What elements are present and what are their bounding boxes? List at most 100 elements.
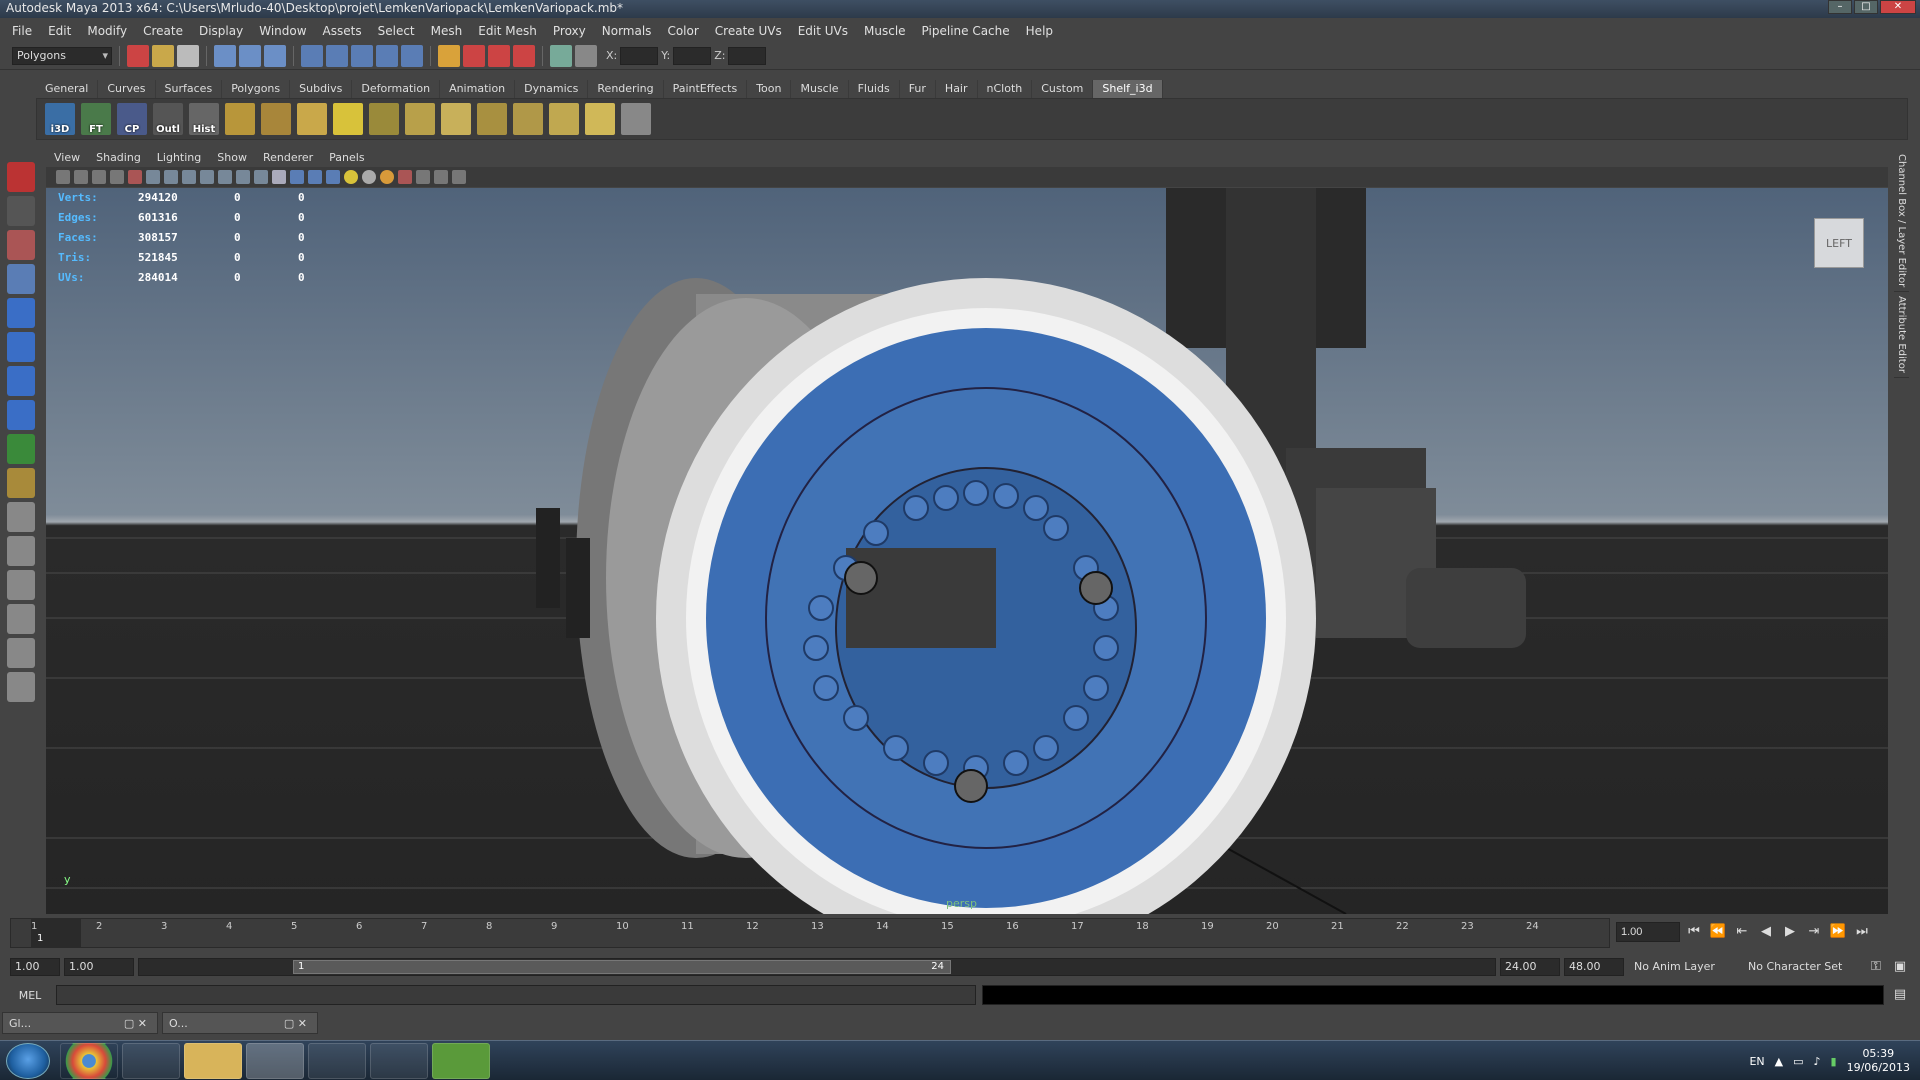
wireframe-on-shaded-icon[interactable]: [308, 170, 322, 184]
shelf-tool-icon[interactable]: [585, 103, 615, 135]
clock[interactable]: 05:39 19/06/2013: [1847, 1047, 1910, 1075]
shelf-tab-fur[interactable]: Fur: [900, 80, 936, 98]
menu-window[interactable]: Window: [251, 24, 314, 38]
snap-point-icon[interactable]: [351, 44, 373, 67]
layout-trax-icon[interactable]: [7, 672, 35, 702]
dock-tab-1[interactable]: Attribute Editor: [1894, 292, 1909, 379]
step-forward-key-icon[interactable]: ⏩: [1828, 922, 1848, 942]
preferences-icon[interactable]: ▣: [1890, 957, 1910, 977]
shelf-tool-icon[interactable]: [333, 103, 363, 135]
shelf-tab-toon[interactable]: Toon: [747, 80, 792, 98]
gate-mask-icon[interactable]: [200, 170, 214, 184]
xray-components-icon[interactable]: [452, 170, 466, 184]
shelf-tool-icon[interactable]: [549, 103, 579, 135]
app-icon[interactable]: [122, 1043, 180, 1079]
anim-layer-select[interactable]: No Anim Layer: [1628, 958, 1738, 976]
shelf-tool-icon[interactable]: [261, 103, 291, 135]
step-forward-frame-icon[interactable]: ⇥: [1804, 922, 1824, 942]
menu-pipeline-cache[interactable]: Pipeline Cache: [914, 24, 1018, 38]
shelf-button-cp[interactable]: CP: [117, 103, 147, 135]
step-back-frame-icon[interactable]: ⇤: [1732, 922, 1752, 942]
layout-outliner-icon[interactable]: [7, 570, 35, 600]
battery-icon[interactable]: ▮: [1831, 1055, 1837, 1068]
two-d-pan-icon[interactable]: [128, 170, 142, 184]
xray-icon[interactable]: [416, 170, 430, 184]
input-line-icon[interactable]: [550, 44, 572, 67]
range-slider-thumb[interactable]: 1 24: [293, 960, 951, 974]
grid-icon[interactable]: [146, 170, 160, 184]
render-icon[interactable]: [463, 44, 485, 67]
character-set-select[interactable]: No Character Set: [1742, 958, 1862, 976]
script-language-label[interactable]: MEL: [10, 989, 50, 1002]
shelf-tool-icon[interactable]: [441, 103, 471, 135]
smooth-shade-icon[interactable]: [290, 170, 304, 184]
shelf-button-hist[interactable]: Hist: [189, 103, 219, 135]
soft-mod-tool-icon[interactable]: [7, 400, 35, 430]
shelf-tab-curves[interactable]: Curves: [98, 80, 156, 98]
shelf-tool-icon[interactable]: [225, 103, 255, 135]
panel-menu-renderer[interactable]: Renderer: [255, 150, 321, 166]
menu-normals[interactable]: Normals: [594, 24, 660, 38]
shelf-tab-shelf-i3d[interactable]: Shelf_i3d: [1093, 80, 1163, 98]
time-slider[interactable]: 1 1 2 3 4 5 6 7 8 9 10 11 12 13 14 15 16 17 18 19 20 21 22 23 2…: [10, 918, 1610, 948]
shelf-tab-rendering[interactable]: Rendering: [588, 80, 664, 98]
x-field[interactable]: [620, 46, 659, 65]
select-component-icon[interactable]: [264, 44, 286, 67]
film-gate-icon[interactable]: [164, 170, 178, 184]
layout-hypershade-icon[interactable]: [7, 638, 35, 668]
select-object-icon[interactable]: [239, 44, 261, 67]
minimize-button[interactable]: –: [1828, 0, 1852, 14]
snap-curve-icon[interactable]: [326, 44, 348, 67]
show-hidden-icons-icon[interactable]: ▲: [1775, 1055, 1783, 1068]
open-scene-icon[interactable]: [152, 44, 174, 67]
minimized-window[interactable]: Gl... ▢ ✕: [2, 1012, 158, 1034]
panel-menu-view[interactable]: View: [46, 150, 88, 166]
history-icon[interactable]: [438, 44, 460, 67]
show-manipulator-icon[interactable]: [7, 434, 35, 464]
menu-select[interactable]: Select: [370, 24, 423, 38]
new-scene-icon[interactable]: [127, 44, 149, 67]
menu-create[interactable]: Create: [135, 24, 191, 38]
channel-box-icon[interactable]: [575, 44, 597, 67]
menu-edit-mesh[interactable]: Edit Mesh: [470, 24, 545, 38]
menu-display[interactable]: Display: [191, 24, 251, 38]
shelf-tool-icon[interactable]: [477, 103, 507, 135]
go-to-end-icon[interactable]: ⏭: [1852, 922, 1872, 942]
move-tool-icon[interactable]: [7, 264, 35, 294]
shelf-tab-painteffects[interactable]: PaintEffects: [664, 80, 748, 98]
shelf-tool-icon[interactable]: [513, 103, 543, 135]
xray-joints-icon[interactable]: [434, 170, 448, 184]
menu-file[interactable]: File: [4, 24, 40, 38]
app-icon[interactable]: [370, 1043, 428, 1079]
shadows-icon[interactable]: [380, 170, 394, 184]
shelf-tab-surfaces[interactable]: Surfaces: [156, 80, 223, 98]
restore-icon[interactable]: ▢ ✕: [284, 1017, 317, 1030]
render-settings-icon[interactable]: [513, 44, 535, 67]
start-button-icon[interactable]: [6, 1043, 50, 1079]
snap-grid-icon[interactable]: [301, 44, 323, 67]
playback-start-field[interactable]: 1.00: [64, 958, 134, 976]
anim-start-field[interactable]: 1.00: [10, 958, 60, 976]
close-button[interactable]: ✕: [1880, 0, 1916, 14]
maya-icon[interactable]: [246, 1043, 304, 1079]
play-forward-icon[interactable]: ▶: [1780, 922, 1800, 942]
shelf-tab-subdivs[interactable]: Subdivs: [290, 80, 353, 98]
shelf-tab-muscle[interactable]: Muscle: [791, 80, 849, 98]
panel-menu-lighting[interactable]: Lighting: [149, 150, 209, 166]
shelf-tool-icon[interactable]: [621, 103, 651, 135]
menu-proxy[interactable]: Proxy: [545, 24, 594, 38]
current-time-field[interactable]: [1616, 922, 1680, 942]
shelf-button-outl[interactable]: Outl: [153, 103, 183, 135]
shelf-button-i3d[interactable]: i3D: [45, 103, 75, 135]
play-backward-icon[interactable]: ◀: [1756, 922, 1776, 942]
explorer-icon[interactable]: [184, 1043, 242, 1079]
scale-tool-icon[interactable]: [7, 332, 35, 362]
panel-menu-panels[interactable]: Panels: [321, 150, 372, 166]
menu-modify[interactable]: Modify: [79, 24, 135, 38]
panel-menu-show[interactable]: Show: [209, 150, 255, 166]
select-tool-icon[interactable]: [7, 162, 35, 192]
go-to-start-icon[interactable]: ⏮: [1684, 922, 1704, 942]
safe-title-icon[interactable]: [254, 170, 268, 184]
range-slider[interactable]: 1 24: [138, 958, 1496, 976]
chrome-icon[interactable]: [60, 1043, 118, 1079]
